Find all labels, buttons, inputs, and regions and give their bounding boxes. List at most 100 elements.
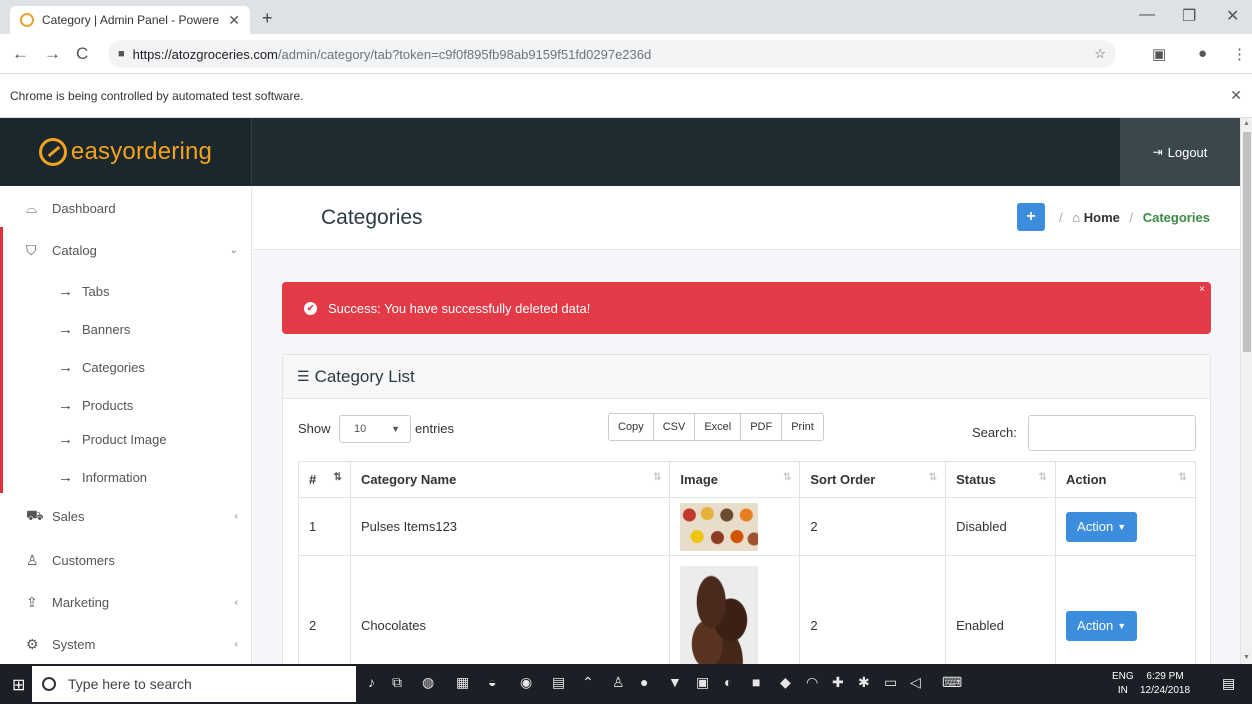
- arrow-right-icon: →: [58, 396, 73, 414]
- sidebar-item-tabs[interactable]: → Tabs: [0, 272, 251, 310]
- sidebar-item-customers[interactable]: ♙ Customers: [0, 540, 251, 580]
- column-header-action[interactable]: Action ⇅: [1055, 461, 1196, 498]
- sidebar-item-marketing[interactable]: ⇪ Marketing ‹: [0, 582, 251, 622]
- menu-icon[interactable]: ⋮: [1232, 45, 1247, 63]
- tray-chevron-icon[interactable]: ⌃: [582, 674, 594, 691]
- infobar-close-icon[interactable]: ✕: [1230, 87, 1242, 104]
- tab-close-icon[interactable]: ✕: [228, 12, 240, 29]
- tray-app-icon[interactable]: ▼: [668, 674, 682, 690]
- column-header-image[interactable]: Image ⇅: [669, 461, 801, 498]
- taskbar-clock[interactable]: 6:29 PM 12/24/2018: [1140, 670, 1190, 698]
- sidebar-item-catalog[interactable]: ⛉ Catalog ⌄: [0, 230, 251, 270]
- alert-close-icon[interactable]: ×: [1199, 284, 1205, 295]
- bluetooth-icon[interactable]: ✱: [858, 674, 870, 691]
- tray-app-icon[interactable]: ■: [752, 674, 760, 690]
- sort-icon: ⇅: [333, 472, 342, 483]
- scroll-down-icon[interactable]: ▼: [1243, 654, 1250, 661]
- logout-button[interactable]: ⇥ Logout: [1120, 118, 1240, 186]
- eclipse-app-icon[interactable]: ◒: [488, 674, 496, 690]
- automation-infobar: Chrome is being controlled by automated …: [0, 74, 1252, 118]
- csv-button[interactable]: CSV: [653, 413, 696, 441]
- add-category-button[interactable]: +: [1017, 203, 1045, 231]
- notification-icon[interactable]: ▤: [1222, 675, 1235, 692]
- chevron-left-icon: ‹: [234, 638, 238, 650]
- search-input[interactable]: [1028, 415, 1196, 451]
- sidebar-subitem-label: Tabs: [82, 283, 110, 299]
- tray-app-icon[interactable]: ◆: [780, 674, 791, 691]
- sidebar-item-dashboard[interactable]: ⌓ Dashboard: [0, 188, 251, 228]
- sidebar-item-information[interactable]: → Information: [0, 458, 251, 496]
- tray-app-icon[interactable]: ●: [640, 674, 648, 690]
- column-header-id[interactable]: # ⇅: [298, 461, 351, 498]
- task-view-icon[interactable]: ⧉: [392, 674, 402, 691]
- tray-app-icon[interactable]: ◐: [724, 674, 732, 690]
- extension-icon[interactable]: ▣: [1152, 45, 1166, 63]
- address-bar[interactable]: ■ https://atozgroceries.com /admin/categ…: [108, 40, 1116, 68]
- chrome-app-icon[interactable]: ◉: [520, 674, 532, 691]
- chevron-left-icon: ‹: [234, 510, 238, 522]
- bookmark-star-icon[interactable]: ☆: [1094, 46, 1106, 62]
- entries-length-select[interactable]: 10 ▼: [339, 415, 411, 443]
- back-icon[interactable]: ←: [12, 44, 29, 64]
- sidebar-item-label: Dashboard: [52, 200, 116, 216]
- taskbar-search-box[interactable]: Type here to search: [32, 666, 356, 702]
- microphone-icon[interactable]: ♪: [368, 674, 375, 690]
- pdf-button[interactable]: PDF: [741, 413, 783, 441]
- cell-image: [669, 555, 801, 664]
- profile-icon[interactable]: ●: [1198, 45, 1207, 62]
- breadcrumb-home[interactable]: Home: [1084, 210, 1120, 225]
- action-dropdown-button[interactable]: Action ▼: [1066, 511, 1138, 542]
- wifi-icon[interactable]: ◠: [806, 674, 818, 691]
- sidebar-item-categories[interactable]: → Categories: [0, 348, 251, 386]
- scroll-thumb[interactable]: [1243, 132, 1251, 352]
- category-table: # ⇅ Category Name ⇅ Image ⇅ Sort Order ⇅ Sta…: [298, 461, 1196, 664]
- logout-icon: ⇥: [1152, 145, 1163, 159]
- battery-icon[interactable]: ▭: [884, 674, 897, 691]
- excel-button[interactable]: Excel: [695, 413, 742, 441]
- sidebar-item-product-image[interactable]: → Product Image: [0, 420, 251, 458]
- tray-app-icon[interactable]: ▣: [696, 674, 709, 691]
- word-app-icon[interactable]: ▤: [552, 674, 565, 691]
- people-icon[interactable]: ♙: [612, 674, 625, 691]
- sort-icon: ⇅: [1178, 472, 1187, 483]
- action-dropdown-button[interactable]: Action ▼: [1066, 610, 1138, 641]
- restore-icon[interactable]: ❐: [1182, 6, 1196, 26]
- column-header-status[interactable]: Status ⇅: [945, 461, 1057, 498]
- logo[interactable]: easyordering: [0, 118, 252, 186]
- sidebar-item-products[interactable]: → Products: [0, 386, 251, 424]
- sidebar-item-label: System: [52, 636, 96, 652]
- breadcrumb-current[interactable]: Categories: [1143, 210, 1210, 225]
- language-indicator[interactable]: ENG IN: [1112, 670, 1134, 698]
- dashboard-icon: ⌓: [26, 199, 38, 216]
- breadcrumb-separator: /: [1129, 210, 1134, 225]
- copy-button[interactable]: Copy: [608, 413, 654, 441]
- scroll-up-icon[interactable]: ▲: [1243, 120, 1250, 127]
- keyboard-icon[interactable]: ⌨: [942, 674, 962, 691]
- new-tab-button[interactable]: +: [262, 8, 273, 29]
- forward-icon[interactable]: →: [44, 44, 61, 64]
- category-list-card: ☰ Category List Show 10 ▼ entries Copy C…: [282, 354, 1211, 664]
- volume-icon[interactable]: ◁: [910, 674, 921, 691]
- column-header-name[interactable]: Category Name ⇅: [349, 461, 671, 498]
- sidebar-subitem-label: Information: [82, 469, 148, 485]
- window-close-icon[interactable]: ✕: [1226, 6, 1239, 26]
- excel-app-icon[interactable]: ▦: [456, 674, 469, 691]
- windows-start-icon[interactable]: ⊞: [12, 675, 25, 695]
- sort-icon: ⇅: [653, 472, 662, 483]
- reload-icon[interactable]: C: [76, 44, 88, 64]
- minimize-icon[interactable]: —: [1139, 6, 1155, 24]
- page-scrollbar[interactable]: ▲ ▼: [1240, 118, 1252, 664]
- sidebar-item-system[interactable]: ⚙ System ‹: [0, 624, 251, 664]
- list-icon: ☰: [297, 368, 310, 384]
- column-header-sort-order[interactable]: Sort Order ⇅: [799, 461, 947, 498]
- print-button[interactable]: Print: [782, 413, 824, 441]
- sidebar-item-banners[interactable]: → Banners: [0, 310, 251, 348]
- logout-label: Logout: [1167, 144, 1208, 160]
- sidebar-item-sales[interactable]: ⛟ Sales ‹: [0, 496, 251, 536]
- app-globe-icon[interactable]: ◍: [422, 674, 434, 691]
- chevron-down-icon: ⌄: [229, 244, 238, 256]
- browser-tab[interactable]: Category | Admin Panel - Powere ✕: [10, 6, 250, 34]
- cell-category-name: Chocolates: [349, 555, 671, 664]
- sidebar-item-label: Customers: [52, 552, 115, 568]
- security-icon[interactable]: ✚: [832, 674, 844, 691]
